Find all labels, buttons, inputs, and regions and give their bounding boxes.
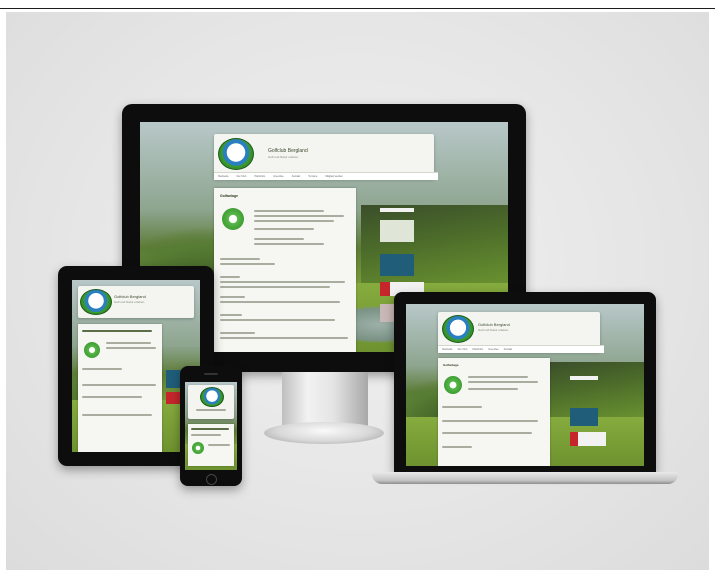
golf-club-logo-icon[interactable] <box>218 138 254 170</box>
golf-club-logo-icon[interactable] <box>442 315 474 343</box>
nav-item-membership[interactable]: Mitglied werden <box>325 175 343 178</box>
text-line <box>442 446 472 448</box>
text-line <box>220 301 340 303</box>
smartphone <box>180 366 242 486</box>
sidebar-search-box[interactable] <box>570 376 598 380</box>
laptop-base <box>372 472 678 484</box>
text-line <box>220 337 348 339</box>
text-line <box>191 428 229 430</box>
text-line <box>254 220 334 222</box>
sidebar-search-box[interactable] <box>380 208 414 212</box>
text-line <box>254 243 324 245</box>
text-line <box>254 215 344 217</box>
text-line <box>82 384 156 386</box>
text-line <box>442 432 532 434</box>
sidebar-red-banner[interactable] <box>570 432 606 446</box>
text-line <box>82 396 142 398</box>
nav-item-club[interactable]: Der Club <box>237 175 247 178</box>
text-line <box>191 434 221 436</box>
nav-item-course[interactable]: Platzinfos <box>472 348 483 351</box>
text-line <box>220 263 275 265</box>
laptop: Golfclub Bergland Golf und Natur erleben… <box>372 292 678 488</box>
site-tagline: Golf und Natur erleben <box>114 300 145 304</box>
main-navigation: Startseite Der Club Platzinfos Greenfee … <box>438 345 604 353</box>
monitor-stand-neck <box>282 372 368 426</box>
top-divider-line <box>0 8 715 9</box>
text-line <box>220 332 255 334</box>
text-line <box>220 286 330 288</box>
text-line <box>196 409 226 411</box>
site-tagline: Golf und Natur erleben <box>478 328 509 332</box>
site-title: Golfclub Bergland <box>114 294 146 299</box>
site-title: Golfclub Bergland <box>478 322 510 327</box>
phone-home-button[interactable] <box>206 474 217 485</box>
golf-club-logo-icon[interactable] <box>80 289 112 315</box>
text-line <box>106 347 156 349</box>
text-line <box>82 368 122 370</box>
nav-item-home[interactable]: Startseite <box>442 348 453 351</box>
card-title: Golfanlage <box>220 194 239 198</box>
text-line <box>208 444 230 446</box>
text-line <box>468 381 538 383</box>
main-content-card: Golfanlage <box>214 188 356 352</box>
text-line <box>468 376 528 378</box>
nav-item-greenfee[interactable]: Greenfee <box>488 348 498 351</box>
main-navigation: Startseite Der Club Platzinfos Greenfee … <box>214 172 438 180</box>
text-line <box>106 342 151 344</box>
main-content-card <box>188 424 234 466</box>
main-content-card: Golfanlage <box>438 358 550 466</box>
nav-item-greenfee[interactable]: Greenfee <box>273 175 283 178</box>
text-line <box>82 414 152 416</box>
card-title: Golfanlage <box>443 363 459 367</box>
phone-screen <box>185 382 237 470</box>
text-line <box>254 238 304 240</box>
sidebar-login-box[interactable] <box>380 220 414 242</box>
text-line <box>254 210 324 212</box>
text-line <box>220 314 242 316</box>
laptop-screen: Golfclub Bergland Golf und Natur erleben… <box>406 304 644 466</box>
site-header <box>188 385 234 419</box>
text-line <box>82 330 152 332</box>
site-header: Golfclub Bergland Golf und Natur erleben <box>78 286 194 318</box>
site-header: Golfclub Bergland Golf und Natur erleben… <box>214 134 438 180</box>
sidebar-blue-banner[interactable] <box>570 408 598 426</box>
text-line <box>220 281 345 283</box>
nav-item-contact[interactable]: Kontakt <box>292 175 300 178</box>
text-line <box>220 319 335 321</box>
text-line <box>220 296 245 298</box>
text-line <box>442 406 482 408</box>
monitor-stand-base <box>264 422 384 444</box>
nav-item-contact[interactable]: Kontakt <box>504 348 512 351</box>
text-line <box>442 420 538 422</box>
text-line <box>220 276 240 278</box>
text-line <box>220 258 260 260</box>
text-line <box>254 228 314 230</box>
golf-badge-icon <box>444 376 462 394</box>
phone-speaker <box>204 373 218 375</box>
nav-item-home[interactable]: Startseite <box>218 175 229 178</box>
golf-badge-icon <box>222 208 244 230</box>
site-header: Golfclub Bergland Golf und Natur erleben… <box>438 312 604 353</box>
site-tagline: Golf und Natur erleben <box>268 155 299 159</box>
sidebar-blue-banner[interactable] <box>380 254 414 276</box>
golf-badge-icon <box>192 442 204 454</box>
site-title: Golfclub Bergland <box>268 148 308 154</box>
nav-item-club[interactable]: Der Club <box>458 348 468 351</box>
nav-item-tournaments[interactable]: Turniere <box>308 175 317 178</box>
main-content-card <box>78 324 162 452</box>
text-line <box>468 388 518 390</box>
nav-item-course[interactable]: Platzinfos <box>254 175 265 178</box>
golf-badge-icon <box>84 342 100 358</box>
golf-club-logo-icon[interactable] <box>200 387 224 407</box>
